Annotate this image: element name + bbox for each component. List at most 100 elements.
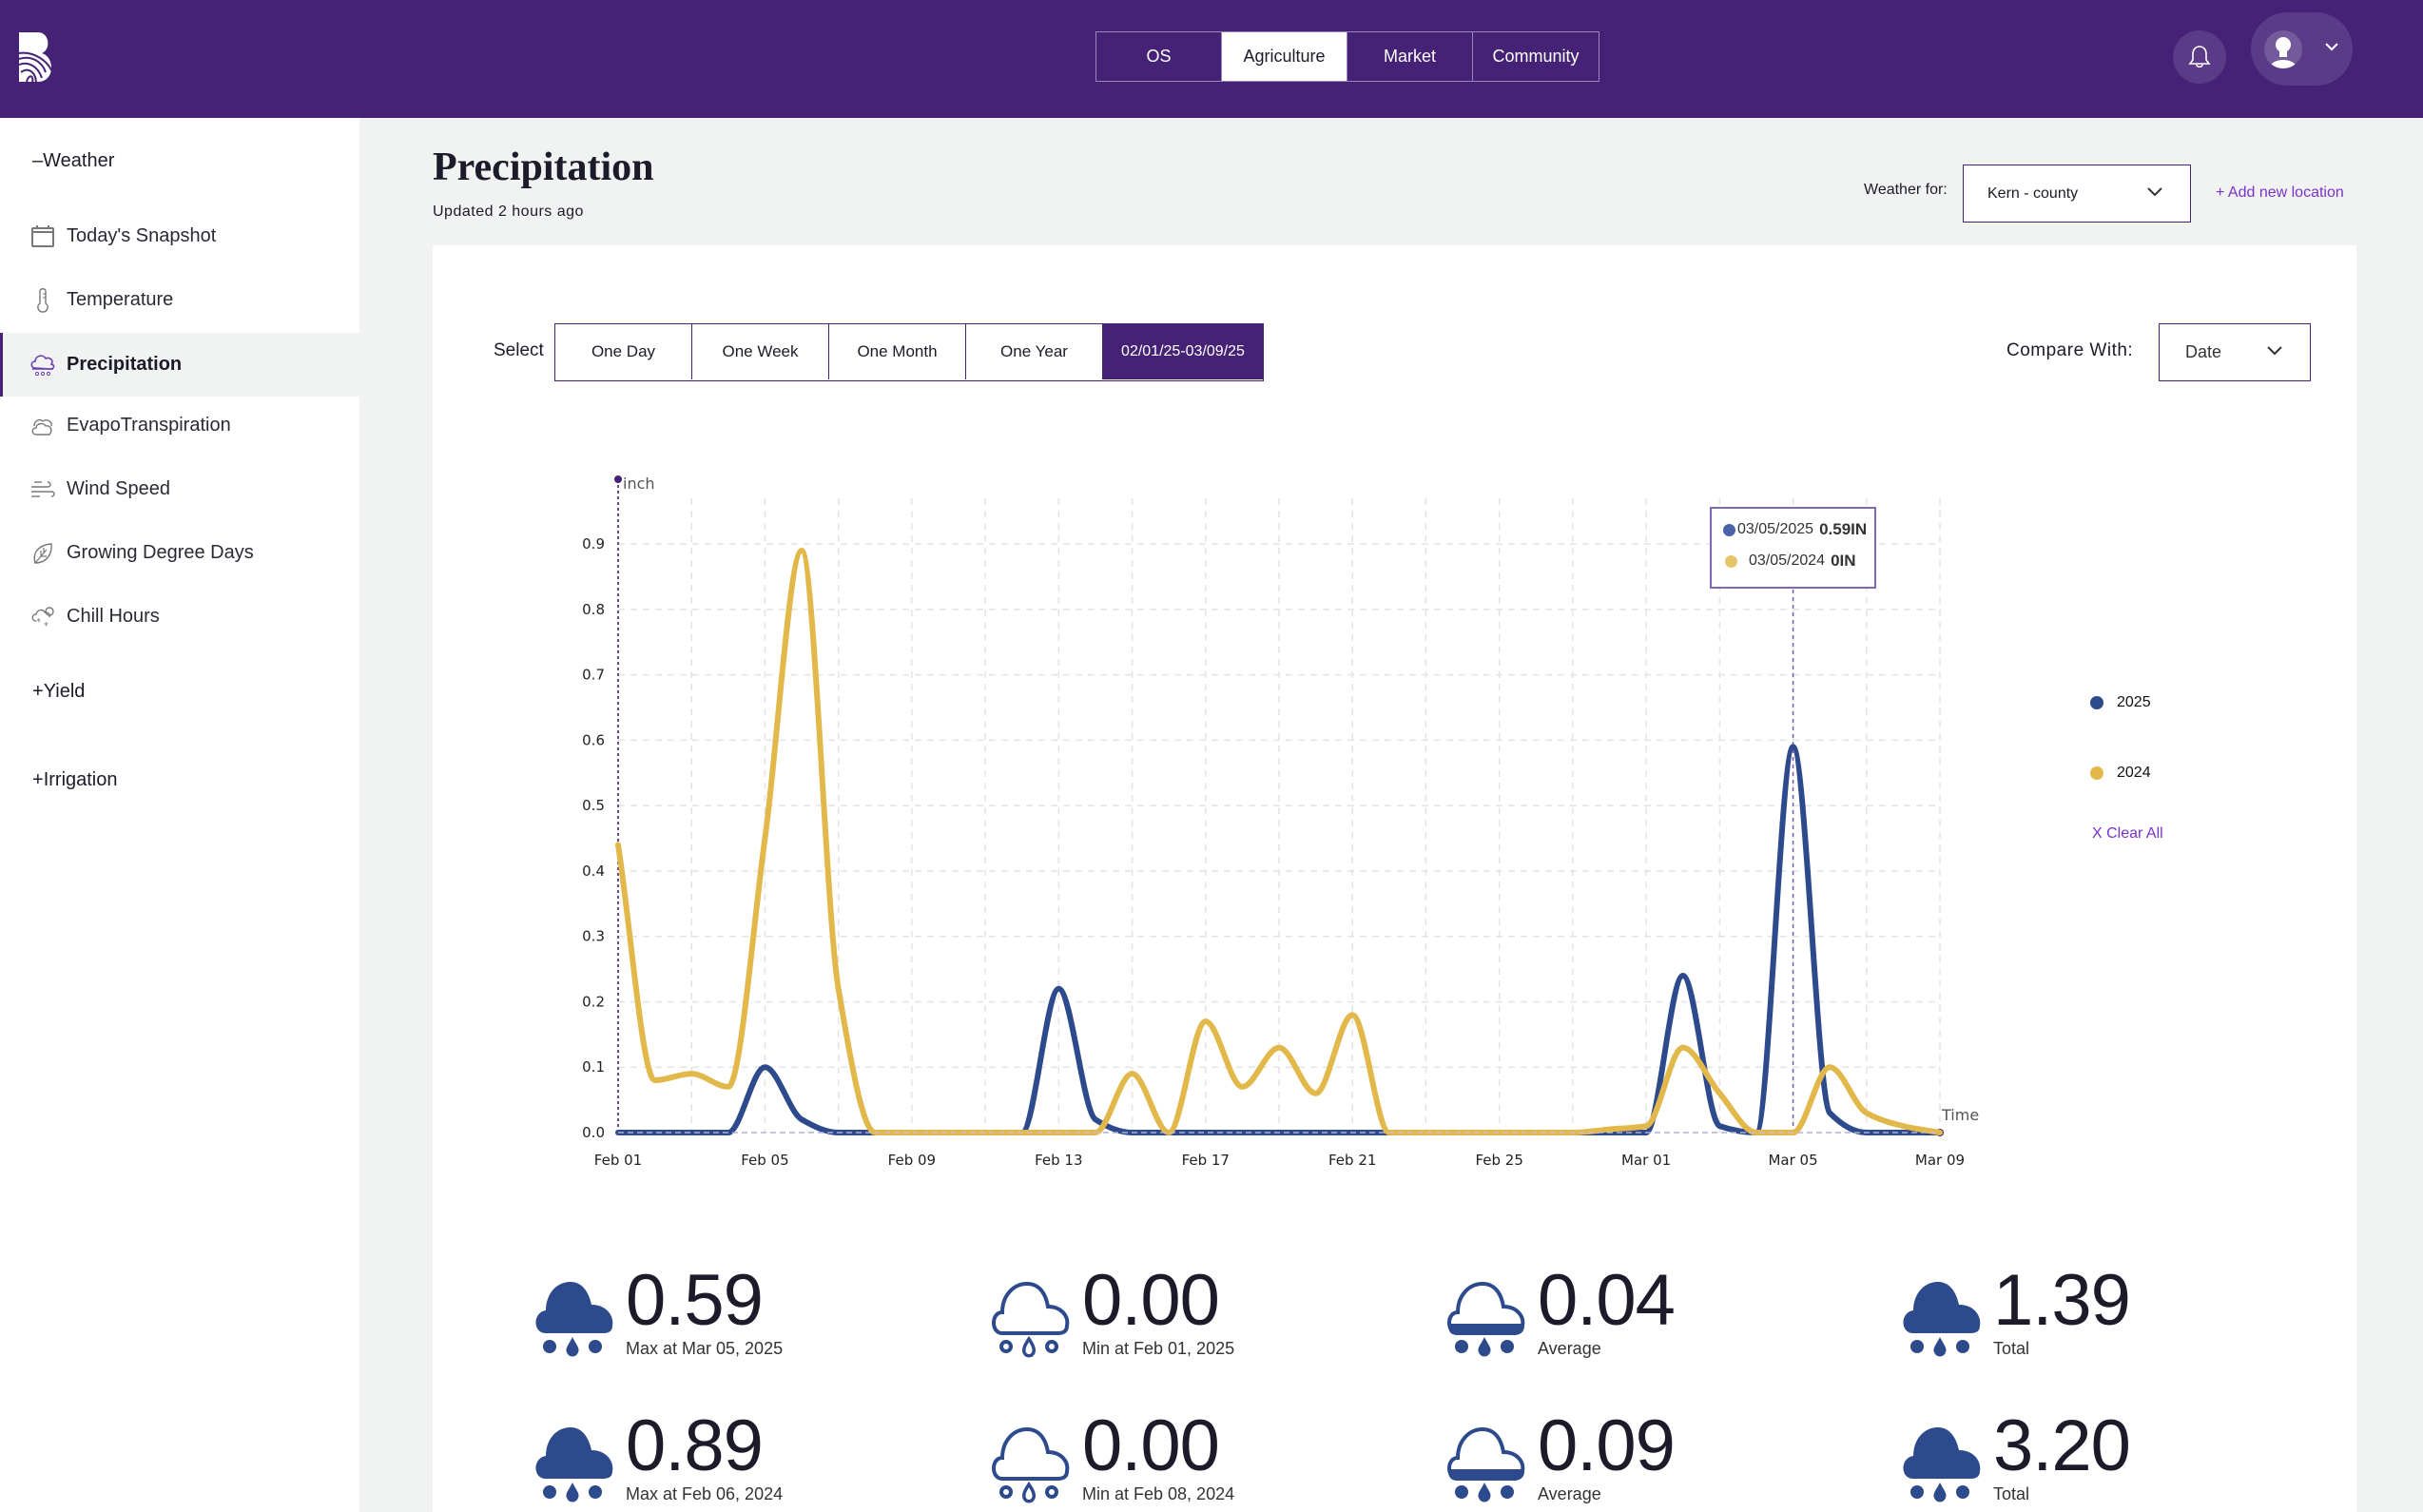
- wind-icon: [30, 477, 55, 502]
- thermometer-icon: [30, 287, 55, 313]
- medium-rain-icon: [1444, 1424, 1526, 1503]
- tooltip-date: 03/05/2024: [1749, 552, 1826, 569]
- y-tick-label: 0.4: [582, 863, 605, 880]
- sidebar-section-weather[interactable]: –Weather: [32, 150, 114, 172]
- tooltip-row-2025: 03/05/2025 0.59IN: [1723, 520, 1867, 539]
- light-rain-icon: [989, 1424, 1071, 1503]
- sidebar-section-yield[interactable]: +Yield: [32, 681, 85, 703]
- stat-card: 0.89 Max at Feb 06, 2024: [533, 1410, 894, 1511]
- range-custom-dates-button[interactable]: 02/01/25-03/09/25: [1103, 324, 1263, 379]
- nav-tab-os[interactable]: OS: [1096, 32, 1222, 81]
- notifications-button[interactable]: [2173, 30, 2226, 84]
- y-tick-label: 0.1: [582, 1058, 605, 1076]
- series-2025-dot: [1723, 523, 1735, 536]
- heavy-rain-icon: [533, 1424, 614, 1503]
- sidebar-item-chill-hours[interactable]: * * Chill Hours: [0, 585, 359, 649]
- tooltip-date: 03/05/2025: [1737, 521, 1814, 537]
- section-label: Yield: [43, 681, 86, 702]
- stat-label: Total: [1993, 1484, 2030, 1503]
- y-axis-end-dot: [614, 475, 622, 483]
- heavy-rain-icon: [533, 1278, 614, 1358]
- profile-menu-button[interactable]: [2251, 12, 2353, 86]
- main-nav-tabs: OS Agriculture Market Community: [1095, 31, 1599, 82]
- y-tick-label: 0.8: [582, 601, 605, 618]
- nav-tab-market[interactable]: Market: [1347, 32, 1473, 81]
- range-one-week-button[interactable]: One Week: [692, 324, 829, 379]
- y-tick-label: 0.7: [582, 667, 605, 684]
- svg-text:*: *: [44, 621, 48, 629]
- sidebar-section-irrigation[interactable]: +Irrigation: [32, 769, 118, 791]
- sidebar-item-label: Today's Snapshot: [67, 225, 217, 246]
- select-range-label: Select: [494, 340, 544, 360]
- y-tick-label: 0.6: [582, 731, 605, 748]
- series-2024-dot: [1725, 554, 1737, 568]
- sidebar-item-temperature[interactable]: Temperature: [0, 268, 359, 332]
- legend-item-2024[interactable]: 2024: [2090, 765, 2151, 782]
- sidebar-item-label: Growing Degree Days: [67, 542, 254, 563]
- chevron-down-icon: [2147, 187, 2162, 197]
- sidebar-item-label: Temperature: [67, 289, 174, 310]
- sidebar-item-wind-speed[interactable]: Wind Speed: [0, 457, 359, 521]
- x-tick-label: Feb 01: [594, 1152, 642, 1169]
- legend-dot-2025: [2090, 696, 2103, 709]
- y-tick-label: 0.9: [582, 535, 605, 552]
- stat-card: 0.04 Average: [1444, 1265, 1806, 1366]
- x-axis-label: Time: [1941, 1106, 1979, 1124]
- range-one-day-button[interactable]: One Day: [555, 324, 692, 379]
- range-one-month-button[interactable]: One Month: [829, 324, 966, 379]
- add-location-link[interactable]: + Add new location: [2216, 184, 2344, 202]
- rain-cloud-icon: [30, 353, 55, 378]
- stat-value: 0.00: [1082, 1405, 1220, 1486]
- legend-label: 2024: [2117, 765, 2151, 781]
- stat-card: 0.00 Min at Feb 01, 2025: [989, 1265, 1350, 1366]
- sidebar-item-label: Chill Hours: [67, 606, 160, 627]
- nav-tab-agriculture[interactable]: Agriculture: [1222, 32, 1347, 81]
- sidebar-item-growing-degree-days[interactable]: Growing Degree Days: [0, 521, 359, 585]
- chevron-down-icon: [2325, 43, 2338, 51]
- series-line-2025: [615, 744, 1943, 1135]
- y-tick-label: 0.0: [582, 1124, 605, 1141]
- stat-value: 0.09: [1538, 1405, 1676, 1486]
- tooltip-value: 0IN: [1831, 552, 1856, 570]
- sidebar-item-label: Precipitation: [67, 354, 183, 375]
- sidebar-item-precipitation[interactable]: Precipitation: [0, 333, 359, 397]
- sidebar-item-label: EvapoTranspiration: [67, 415, 231, 436]
- nav-tab-community[interactable]: Community: [1473, 32, 1599, 81]
- stat-label: Min at Feb 01, 2025: [1082, 1339, 1235, 1358]
- stat-card: 0.00 Min at Feb 08, 2024: [989, 1410, 1350, 1511]
- collapse-toggle: –: [32, 150, 44, 171]
- location-select[interactable]: Kern - county: [1963, 165, 2191, 223]
- y-tick-label: 0.2: [582, 993, 605, 1010]
- brand-logo[interactable]: [17, 30, 59, 85]
- heavy-rain-icon: [1900, 1424, 1982, 1503]
- stat-value: 0.59: [626, 1260, 764, 1341]
- sidebar-item-evapotranspiration[interactable]: EvapoTranspiration: [0, 394, 359, 457]
- legend-item-2025[interactable]: 2025: [2090, 694, 2151, 711]
- clear-all-button[interactable]: X Clear All: [2092, 825, 2163, 843]
- leaf-icon: [30, 541, 55, 566]
- compare-with-select[interactable]: Date: [2159, 323, 2311, 381]
- y-tick-label: 0.5: [582, 797, 605, 814]
- tooltip-row-2024: 03/05/2024 0IN: [1725, 552, 1856, 571]
- user-avatar-icon: [2264, 30, 2302, 68]
- medium-rain-icon: [1444, 1278, 1526, 1358]
- x-tick-label: Feb 05: [741, 1152, 788, 1169]
- stat-label: Max at Mar 05, 2025: [626, 1339, 784, 1358]
- expand-toggle: +: [32, 681, 44, 702]
- chevron-down-icon: [2267, 346, 2282, 356]
- heavy-rain-icon: [1900, 1278, 1982, 1358]
- compare-value: Date: [2185, 342, 2222, 361]
- chart-tooltip: 03/05/2025 0.59IN 03/05/2024 0IN: [1710, 507, 1876, 589]
- location-value: Kern - county: [1987, 184, 2079, 202]
- stat-label: Total: [1993, 1339, 2030, 1358]
- stat-value: 3.20: [1993, 1405, 2131, 1486]
- x-tick-label: Mar 01: [1621, 1152, 1671, 1169]
- expand-toggle: +: [32, 769, 44, 790]
- compare-with-label: Compare With:: [2006, 340, 2134, 360]
- stat-card: 0.09 Average: [1444, 1410, 1806, 1511]
- sidebar-item-todays-snapshot[interactable]: Today's Snapshot: [0, 204, 359, 268]
- x-tick-label: Feb 21: [1328, 1152, 1376, 1169]
- y-tick-label: 0.3: [582, 928, 605, 945]
- stat-label: Min at Feb 08, 2024: [1082, 1484, 1235, 1503]
- range-one-year-button[interactable]: One Year: [966, 324, 1103, 379]
